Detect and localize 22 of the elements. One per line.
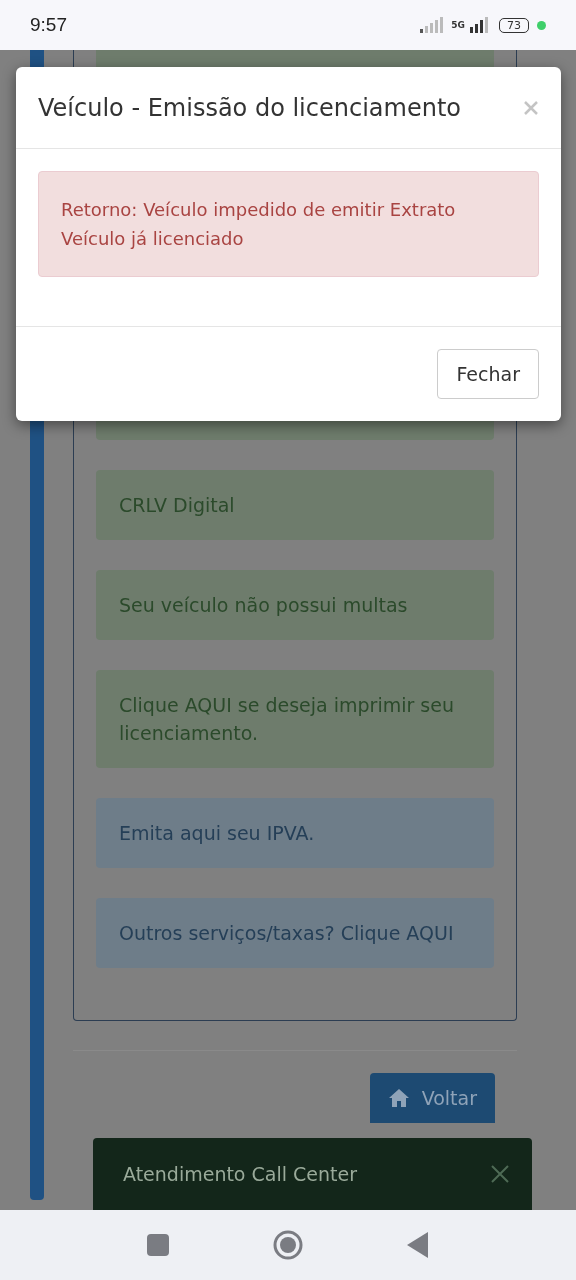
service-link[interactable]: CRLV Digital [96, 470, 494, 540]
status-dot [537, 20, 546, 30]
service-link[interactable]: Outros serviços/taxas? Clique AQUI [96, 898, 494, 968]
alert-text: Retorno: Veículo impedido de emitir Extrato [61, 198, 457, 222]
back-button[interactable]: Voltar [369, 1073, 495, 1123]
close-button[interactable]: Fechar [437, 349, 539, 399]
battery-indicator: 73 [499, 17, 529, 33]
recents-icon[interactable] [147, 1234, 169, 1256]
close-icon[interactable] [523, 99, 539, 116]
signal-icon [470, 17, 490, 33]
home-icon[interactable] [273, 1230, 303, 1260]
network-label: 5G [451, 20, 465, 30]
service-link[interactable]: Clique AQUI se deseja imprimir seu licenciamento. [96, 670, 494, 768]
dialog-title: Veículo - Emissão do licenciamento [38, 93, 461, 122]
service-link[interactable]: Emita aqui seu IPVA. [96, 798, 494, 868]
service-link[interactable]: Seu veículo não possui multas [96, 570, 494, 640]
alert-text: Veículo já licenciado [61, 227, 245, 251]
close-icon[interactable] [490, 1164, 510, 1184]
banner-text: Atendimento Call Center [123, 1163, 357, 1185]
clock-time: 9:57 [30, 14, 67, 36]
home-icon [387, 1088, 410, 1108]
back-icon[interactable] [407, 1232, 429, 1258]
